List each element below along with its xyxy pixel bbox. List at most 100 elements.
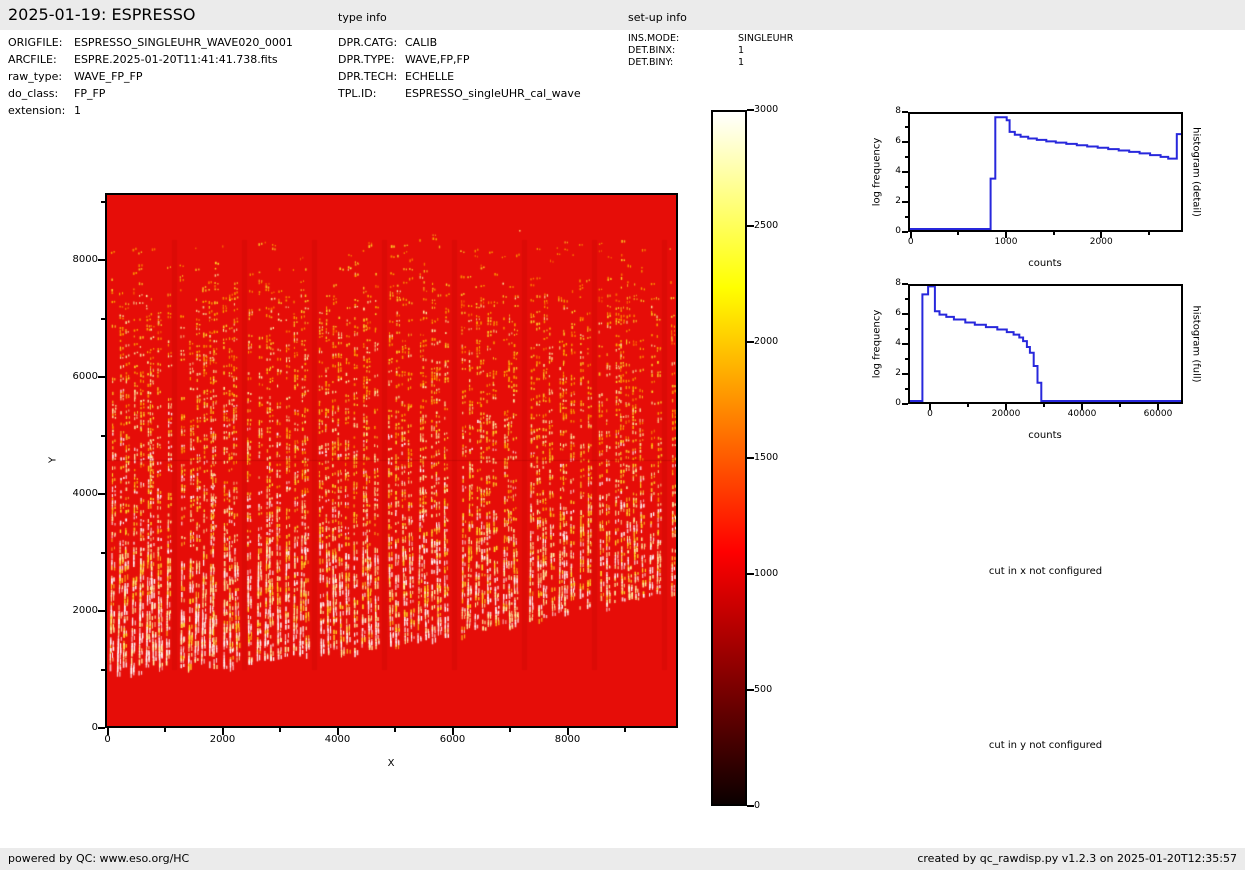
axis-tick — [747, 341, 754, 343]
axis-tick — [902, 171, 908, 173]
raw-image-canvas — [107, 195, 676, 726]
axis-tick-label: 8000 — [48, 254, 98, 265]
info-value: 1 — [74, 102, 81, 119]
axis-tick-label: 8 — [851, 106, 901, 117]
axis-tick — [902, 201, 908, 203]
axis-tick — [902, 343, 908, 345]
axis-tick-label: 8000 — [538, 734, 598, 745]
axis-tick-label: 0 — [754, 800, 804, 811]
axis-tick-label: 8 — [851, 278, 901, 289]
axis-tick — [902, 403, 908, 405]
axis-tick-label: 0 — [48, 722, 98, 733]
info-label: TPL.ID: — [338, 85, 405, 102]
axis-tick-label: 1000 — [976, 237, 1036, 248]
setup-info-list: INS.MODE:SINGLEUHRDET.BINX:1DET.BINY:1 — [628, 33, 793, 69]
axis-tick — [905, 216, 908, 218]
axis-tick — [905, 156, 908, 158]
histogram-detail-plot — [908, 112, 1183, 232]
axis-tick-label: 0 — [78, 734, 138, 745]
axis-tick — [98, 610, 105, 612]
axis-tick — [164, 728, 166, 732]
axis-tick — [905, 186, 908, 188]
axis-tick-label: 6000 — [423, 734, 483, 745]
info-row: TPL.ID:ESPRESSO_singleUHR_cal_wave — [338, 85, 581, 102]
axis-tick — [98, 259, 105, 261]
histogram-detail-line — [910, 114, 1181, 230]
axis-tick-label: 2 — [851, 196, 901, 207]
footer-bar: powered by QC: www.eso.org/HC created by… — [0, 848, 1245, 870]
hist-full-x-label: counts — [975, 430, 1115, 441]
axis-tick-label: 3000 — [754, 104, 804, 115]
axis-tick-label: 0 — [851, 226, 901, 237]
info-label: DPR.TECH: — [338, 68, 405, 85]
axis-tick-label: 2000 — [48, 605, 98, 616]
info-row: DPR.TYPE:WAVE,FP,FP — [338, 51, 581, 68]
axis-tick — [101, 435, 105, 437]
cut-x-message: cut in x not configured — [908, 566, 1183, 577]
info-row: DET.BINX:1 — [628, 45, 793, 57]
axis-tick-label: 2 — [851, 368, 901, 379]
axis-tick — [98, 376, 105, 378]
axis-tick — [905, 126, 908, 128]
axis-tick — [905, 388, 908, 390]
axis-tick — [101, 201, 105, 203]
info-label: raw_type: — [8, 68, 74, 85]
axis-tick — [101, 318, 105, 320]
axis-tick — [747, 689, 754, 691]
axis-tick — [747, 573, 754, 575]
axis-tick — [902, 141, 908, 143]
colorbar — [711, 110, 747, 806]
axis-tick-label: 500 — [754, 684, 804, 695]
axis-tick-label: 20000 — [976, 409, 1036, 420]
axis-tick-label: 4 — [851, 338, 901, 349]
axis-tick — [902, 283, 908, 285]
axis-tick — [624, 728, 626, 732]
info-value: ESPRESSO_SINGLEUHR_WAVE020_0001 — [74, 34, 293, 51]
axis-tick-label: 1500 — [754, 452, 804, 463]
axis-tick — [905, 328, 908, 330]
axis-tick — [98, 727, 105, 729]
info-label: extension: — [8, 102, 74, 119]
axis-tick-label: 2500 — [754, 220, 804, 231]
axis-tick — [902, 313, 908, 315]
info-label: ARCFILE: — [8, 51, 74, 68]
info-row: extension:1 — [8, 102, 293, 119]
setup-info-heading: set-up info — [628, 11, 687, 24]
main-x-axis-label: X — [371, 758, 411, 769]
axis-tick-label: 6 — [851, 136, 901, 147]
axis-tick — [902, 231, 908, 233]
info-row: INS.MODE:SINGLEUHR — [628, 33, 793, 45]
hist-detail-x-label: counts — [975, 258, 1115, 269]
raw-image-plot — [105, 193, 678, 728]
axis-tick — [902, 373, 908, 375]
info-row: DET.BINY:1 — [628, 57, 793, 69]
axis-tick-label: 2000 — [193, 734, 253, 745]
histogram-full-line — [910, 286, 1181, 402]
info-value: SINGLEUHR — [738, 33, 793, 45]
axis-tick-label: 0 — [881, 237, 941, 248]
axis-tick-label: 4000 — [48, 488, 98, 499]
axis-tick-label: 2000 — [754, 336, 804, 347]
info-value: WAVE,FP,FP — [405, 51, 470, 68]
axis-tick-label: 1000 — [754, 568, 804, 579]
footer-right-text: created by qc_rawdisp.py v1.2.3 on 2025-… — [917, 848, 1237, 870]
info-value: 1 — [738, 57, 744, 69]
header-bar: 2025-01-19: ESPRESSO type info set-up in… — [0, 0, 1245, 30]
footer-left-text: powered by QC: www.eso.org/HC — [8, 848, 189, 870]
info-row: ARCFILE:ESPRE.2025-01-20T11:41:41.738.fi… — [8, 51, 293, 68]
axis-tick — [1119, 404, 1121, 407]
axis-tick-label: 4000 — [308, 734, 368, 745]
page-title: 2025-01-19: ESPRESSO — [8, 0, 196, 30]
info-label: DPR.TYPE: — [338, 51, 405, 68]
axis-tick — [1053, 232, 1055, 235]
axis-tick-label: 4 — [851, 166, 901, 177]
type-info-heading: type info — [338, 11, 387, 24]
main-y-axis-label: Y — [48, 457, 59, 463]
axis-tick — [747, 805, 754, 807]
info-row: DPR.TECH:ECHELLE — [338, 68, 581, 85]
file-info-list: ORIGFILE:ESPRESSO_SINGLEUHR_WAVE020_0001… — [8, 34, 293, 119]
axis-tick — [98, 493, 105, 495]
axis-tick — [747, 457, 754, 459]
axis-tick-label: 0 — [900, 409, 960, 420]
cut-y-message: cut in y not configured — [908, 740, 1183, 751]
